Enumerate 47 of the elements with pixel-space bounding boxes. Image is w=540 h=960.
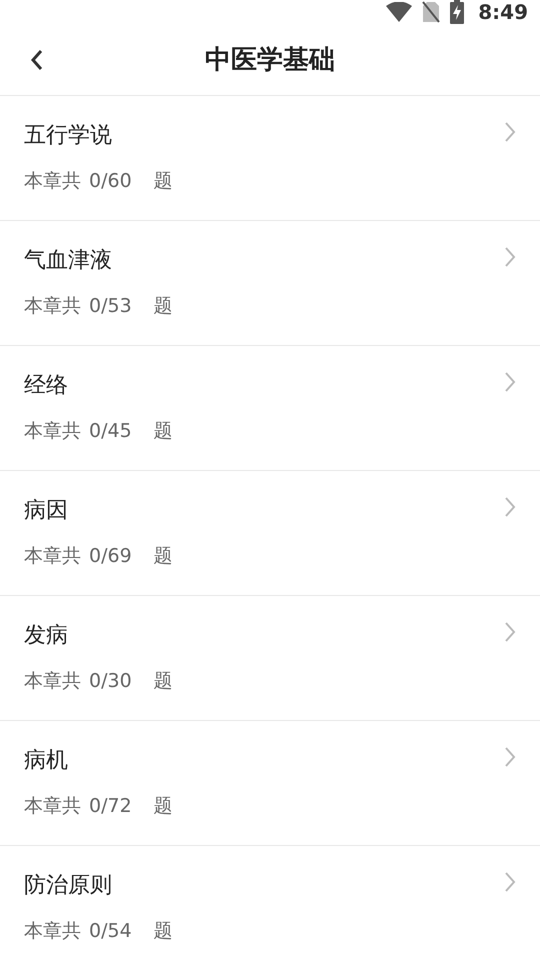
question-count: 0/30 [89, 670, 132, 692]
chevron-right-icon [504, 122, 516, 142]
chevron-left-icon [30, 48, 44, 70]
chevron-right-icon [504, 622, 516, 642]
chapter-row[interactable]: 经络 本章共 0/45 题 [0, 346, 540, 471]
chapter-title: 经络 [24, 372, 69, 400]
question-count: 0/45 [89, 420, 132, 442]
chapter-title: 五行学说 [24, 122, 113, 150]
chapter-title: 防治原则 [24, 872, 113, 900]
page-title: 中医学基础 [205, 44, 335, 77]
question-unit: 题 [154, 794, 173, 819]
question-count: 0/72 [89, 795, 132, 817]
question-count-label: 本章共 [24, 419, 81, 444]
chapter-title: 气血津液 [24, 247, 113, 275]
question-count: 0/60 [89, 170, 132, 192]
chevron-right-icon [504, 872, 516, 892]
chapter-row[interactable]: 五行学说 本章共 0/60 题 [0, 96, 540, 221]
chapter-title: 病因 [24, 497, 69, 525]
question-count-label: 本章共 [24, 669, 81, 694]
chapter-row[interactable]: 病因 本章共 0/69 题 [0, 471, 540, 596]
chevron-right-icon [504, 497, 516, 517]
question-count: 0/69 [89, 545, 132, 567]
wifi-icon [386, 2, 412, 22]
question-unit: 题 [154, 419, 173, 444]
question-unit: 题 [154, 294, 173, 319]
chevron-right-icon [504, 372, 516, 392]
question-count-label: 本章共 [24, 919, 81, 944]
chapter-title: 发病 [24, 622, 69, 650]
chevron-right-icon [504, 247, 516, 267]
chapter-title: 病机 [24, 747, 69, 775]
status-time: 8:49 [478, 0, 528, 24]
chapter-row[interactable]: 发病 本章共 0/30 题 [0, 596, 540, 721]
question-unit: 题 [154, 169, 173, 194]
question-unit: 题 [154, 544, 173, 569]
question-count-label: 本章共 [24, 294, 81, 319]
question-count-label: 本章共 [24, 169, 81, 194]
chapter-row[interactable]: 防治原则 本章共 0/54 题 [0, 846, 540, 960]
chapter-row[interactable]: 气血津液 本章共 0/53 题 [0, 221, 540, 346]
no-sim-icon [422, 1, 440, 23]
chevron-right-icon [504, 747, 516, 767]
question-unit: 题 [154, 669, 173, 694]
question-count-label: 本章共 [24, 794, 81, 819]
question-unit: 题 [154, 919, 173, 944]
question-count: 0/53 [89, 295, 132, 317]
question-count-label: 本章共 [24, 544, 81, 569]
chapter-row[interactable]: 病机 本章共 0/72 题 [0, 721, 540, 846]
question-count: 0/54 [89, 920, 132, 942]
